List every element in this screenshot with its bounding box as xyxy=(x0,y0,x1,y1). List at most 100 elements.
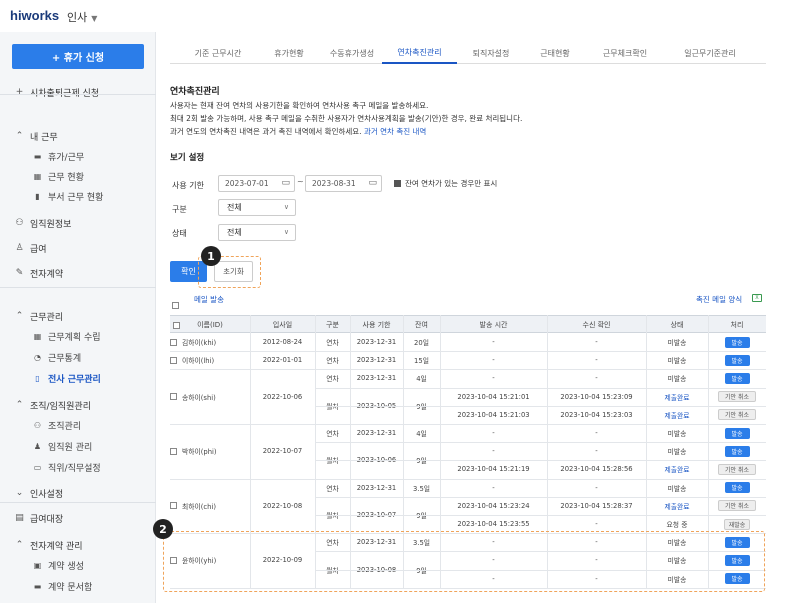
send-button[interactable]: 발송 xyxy=(724,445,750,457)
section-hr-settings[interactable]: ⌄ 인사설정 xyxy=(0,483,156,503)
sent-cell: - xyxy=(492,356,495,365)
action-cell: 발송 xyxy=(708,479,766,497)
type-label: 구분 xyxy=(172,205,187,214)
sidebar-item-contract-box[interactable]: ▬ 계약 문서함 xyxy=(0,576,156,596)
join-date-cell: 2022-01-01 xyxy=(262,356,303,365)
type-cell: 연차 xyxy=(326,430,339,439)
cancel-draft-button[interactable]: 기안 취소 xyxy=(718,409,756,421)
status-text: 미발송 xyxy=(667,430,687,439)
sidebar-item-e-contract[interactable]: ✎ 전자계약 xyxy=(0,263,156,283)
row-divider xyxy=(315,515,766,516)
section-org-management[interactable]: ⌃ 조직/임직원관리 xyxy=(0,395,156,415)
recv-cell: 2023-10-04 15:23:03 xyxy=(560,410,633,419)
status-text: 미발송 xyxy=(667,357,687,366)
recv-cell: - xyxy=(595,374,598,383)
tab-7[interactable]: 일근무기준관리 xyxy=(665,42,755,64)
sidebar-item-label: 내 근무 xyxy=(30,132,58,143)
status-select[interactable]: 전체 ∨ xyxy=(218,224,296,241)
send-button[interactable]: 발송 xyxy=(724,427,750,439)
row-checkbox[interactable] xyxy=(170,338,177,346)
cancel-draft-button[interactable]: 기안 취소 xyxy=(718,500,756,512)
calendar-icon[interactable]: ▭ xyxy=(281,178,290,188)
row-checkbox[interactable] xyxy=(170,447,177,455)
sent-cell: - xyxy=(492,447,495,456)
sent-cell: - xyxy=(492,429,495,438)
remaining-only-option[interactable]: 잔여 연차가 있는 경우만 표시 xyxy=(394,178,497,189)
column-header: 상태 xyxy=(670,321,684,329)
sidebar-item-org[interactable]: ⚇ 조직관리 xyxy=(0,415,156,435)
status-cell: 제출완료 xyxy=(646,460,708,478)
sidebar-item-work-stats[interactable]: ◔ 근무통계 xyxy=(0,347,156,367)
status-label: 상태 xyxy=(172,229,187,238)
send-button[interactable]: 발송 xyxy=(724,482,750,494)
date-to-input[interactable]: 2023-08-31 ▭ xyxy=(305,175,382,192)
tab-bar: 기준 근무시간 휴가현황 수동휴가생성 연차촉진관리 퇴직자설정 근태현황 근무체크확인 일근… xyxy=(170,42,766,64)
tab-4[interactable]: 퇴직자설정 xyxy=(457,42,525,64)
sidebar-item-employee-mgmt[interactable]: ♟ 임직원 관리 xyxy=(0,436,156,456)
sidebar-item-vacation-work[interactable]: ▬ 휴가/근무 xyxy=(0,146,156,166)
app-menu-selector[interactable]: 인사 ▼ xyxy=(67,9,97,25)
user-icon: ♟ xyxy=(33,441,42,451)
chevron-down-icon: ▼ xyxy=(91,14,98,23)
row-checkbox[interactable] xyxy=(170,356,177,364)
deadline-cell: 2023-12-31 xyxy=(356,338,397,347)
cancel-draft-button[interactable]: 기안 취소 xyxy=(718,391,756,403)
attendance-request-link[interactable]: + 시차출퇴근제 신청 xyxy=(0,82,156,102)
tab-2[interactable]: 수동휴가생성 xyxy=(322,42,382,64)
status-text: 제출완료 xyxy=(664,502,690,511)
section-e-contract-mgmt[interactable]: ⌃ 전자계약 관리 xyxy=(0,535,156,555)
sidebar-item-dept-status[interactable]: ▮ 부서 근무 현황 xyxy=(0,186,156,206)
tab-6[interactable]: 근무체크확인 xyxy=(585,42,665,64)
sidebar-item-company-work[interactable]: ▯ 전사 근무관리 xyxy=(0,368,156,388)
employee-name-cell: 송하이(shi) xyxy=(170,369,250,424)
sidebar-item-work-status[interactable]: ▦ 근무 현황 xyxy=(0,166,156,186)
row-checkbox[interactable] xyxy=(170,502,177,510)
sidebar-item-employee-info[interactable]: ⚇ 임직원정보 xyxy=(0,213,156,233)
section-work-management[interactable]: ⌃ 근무관리 xyxy=(0,306,156,326)
sidebar-item-work-plan[interactable]: ▦ 근무계획 수립 xyxy=(0,326,156,346)
tab-1[interactable]: 휴가현황 xyxy=(256,42,322,64)
send-button[interactable]: 발송 xyxy=(724,336,750,348)
send-button[interactable]: 발송 xyxy=(724,372,750,384)
action-cell: 발송 xyxy=(708,442,766,460)
status-cell: 미발송 xyxy=(646,442,708,460)
filter-section-title: 보기 설정 xyxy=(170,153,205,163)
send-mail-link[interactable]: 메일 발송 xyxy=(194,294,224,305)
excel-download-icon[interactable]: X xyxy=(752,294,762,302)
sidebar-item-payroll[interactable]: ▤ 급여대장 xyxy=(0,508,156,528)
sidebar-item-position[interactable]: ▭ 직위/직무설정 xyxy=(0,457,156,477)
top-bar: hiworks 인사 ▼ xyxy=(0,0,786,32)
tab-5[interactable]: 근태현황 xyxy=(525,42,585,64)
description-line-2: 최대 2회 발송 가능하며, 사용 촉구 메일을 수취한 사용자가 연차사용계획… xyxy=(170,114,523,123)
cancel-draft-button[interactable]: 기안 취소 xyxy=(718,463,756,475)
tab-0[interactable]: 기준 근무시간 xyxy=(180,42,256,64)
sidebar-item-label: 휴가/근무 xyxy=(48,152,85,163)
row-divider xyxy=(315,405,766,407)
section-my-work[interactable]: ⌃ 내 근무 xyxy=(0,126,156,146)
bar-chart-icon: ▮ xyxy=(35,191,40,201)
deadline-cell: 2023-12-31 xyxy=(356,429,397,438)
vacation-request-button[interactable]: + 휴가 신청 xyxy=(12,44,144,69)
sidebar-item-create-contract[interactable]: ▣ 계약 생성 xyxy=(0,555,156,575)
calendar-icon[interactable]: ▭ xyxy=(368,178,377,188)
promotion-mail-form-link[interactable]: 촉진 메일 양식 xyxy=(696,294,742,305)
resend-button[interactable]: 재발송 xyxy=(724,518,750,530)
select-all-checkbox[interactable] xyxy=(172,321,180,329)
past-history-link[interactable]: 과거 연차 촉진 내역 xyxy=(364,127,426,136)
status-cell: 미발송 xyxy=(646,479,708,497)
column-header: 사용 기한 xyxy=(362,321,391,329)
remaining-only-checkbox[interactable] xyxy=(394,180,401,187)
row-checkbox[interactable] xyxy=(170,393,177,401)
send-button[interactable]: 발송 xyxy=(724,354,750,366)
table-header: 이름(ID) 입사일 구분 사용 기한 잔여 발송 시간 수신 확인 상태 처리 xyxy=(170,315,766,333)
status-text: 미발송 xyxy=(667,339,687,348)
type-select[interactable]: 전체 ∨ xyxy=(218,199,296,216)
description-line-3: 과거 연도의 연차촉진 내역은 과거 촉진 내역에서 확인하세요. 과거 연차 … xyxy=(170,126,426,137)
remain-cell: 4일 xyxy=(416,375,427,384)
sidebar-item-salary[interactable]: ♙ 급여 xyxy=(0,238,156,258)
tab-3[interactable]: 연차촉진관리 xyxy=(382,42,457,64)
hiworks-logo[interactable]: hiworks xyxy=(10,8,59,23)
select-all-checkbox-top[interactable] xyxy=(172,302,179,309)
deadline-cell: 2023-12-31 xyxy=(356,356,397,365)
date-from-input[interactable]: 2023-07-01 ▭ xyxy=(218,175,295,192)
